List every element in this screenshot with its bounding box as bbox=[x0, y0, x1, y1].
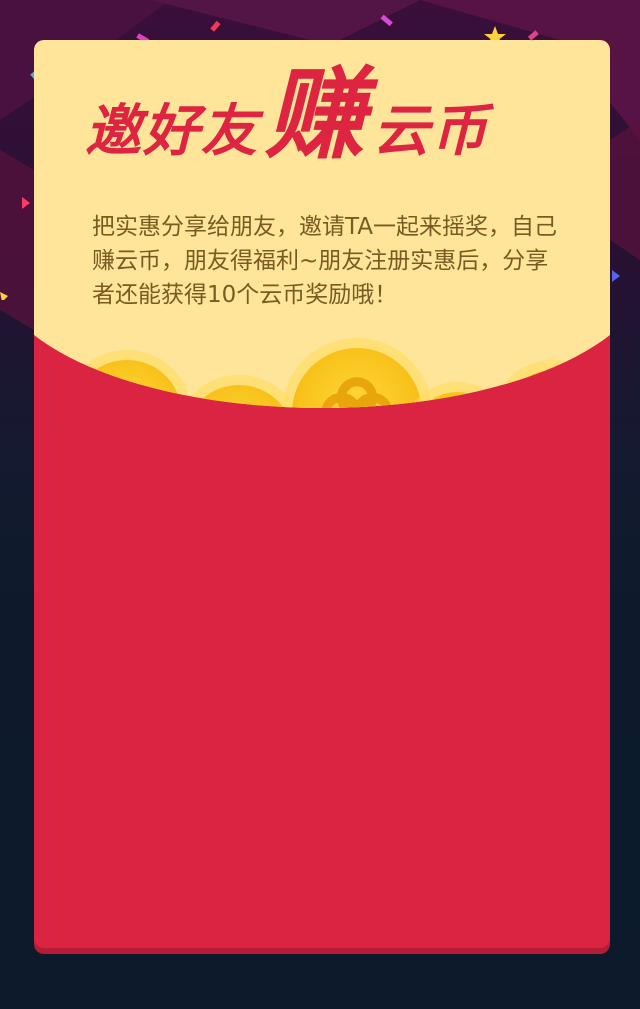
coin-icon bbox=[499, 370, 609, 408]
title-part-coins: 云币 bbox=[373, 99, 489, 164]
red-envelope bbox=[34, 40, 610, 948]
coin-icon bbox=[292, 348, 422, 408]
title-part-invite: 邀好友 bbox=[85, 99, 259, 164]
coin-icon bbox=[72, 360, 182, 408]
coin-icon bbox=[410, 392, 505, 408]
coin-icon bbox=[184, 385, 294, 408]
title-part-earn: 赚 bbox=[265, 56, 367, 173]
description-text: 把实惠分享给朋友，邀请TA一起来摇奖，自己赚云币，朋友得福利~朋友注册实惠后，分… bbox=[92, 214, 557, 308]
page-title: 邀好友 赚 云币 bbox=[85, 60, 605, 170]
